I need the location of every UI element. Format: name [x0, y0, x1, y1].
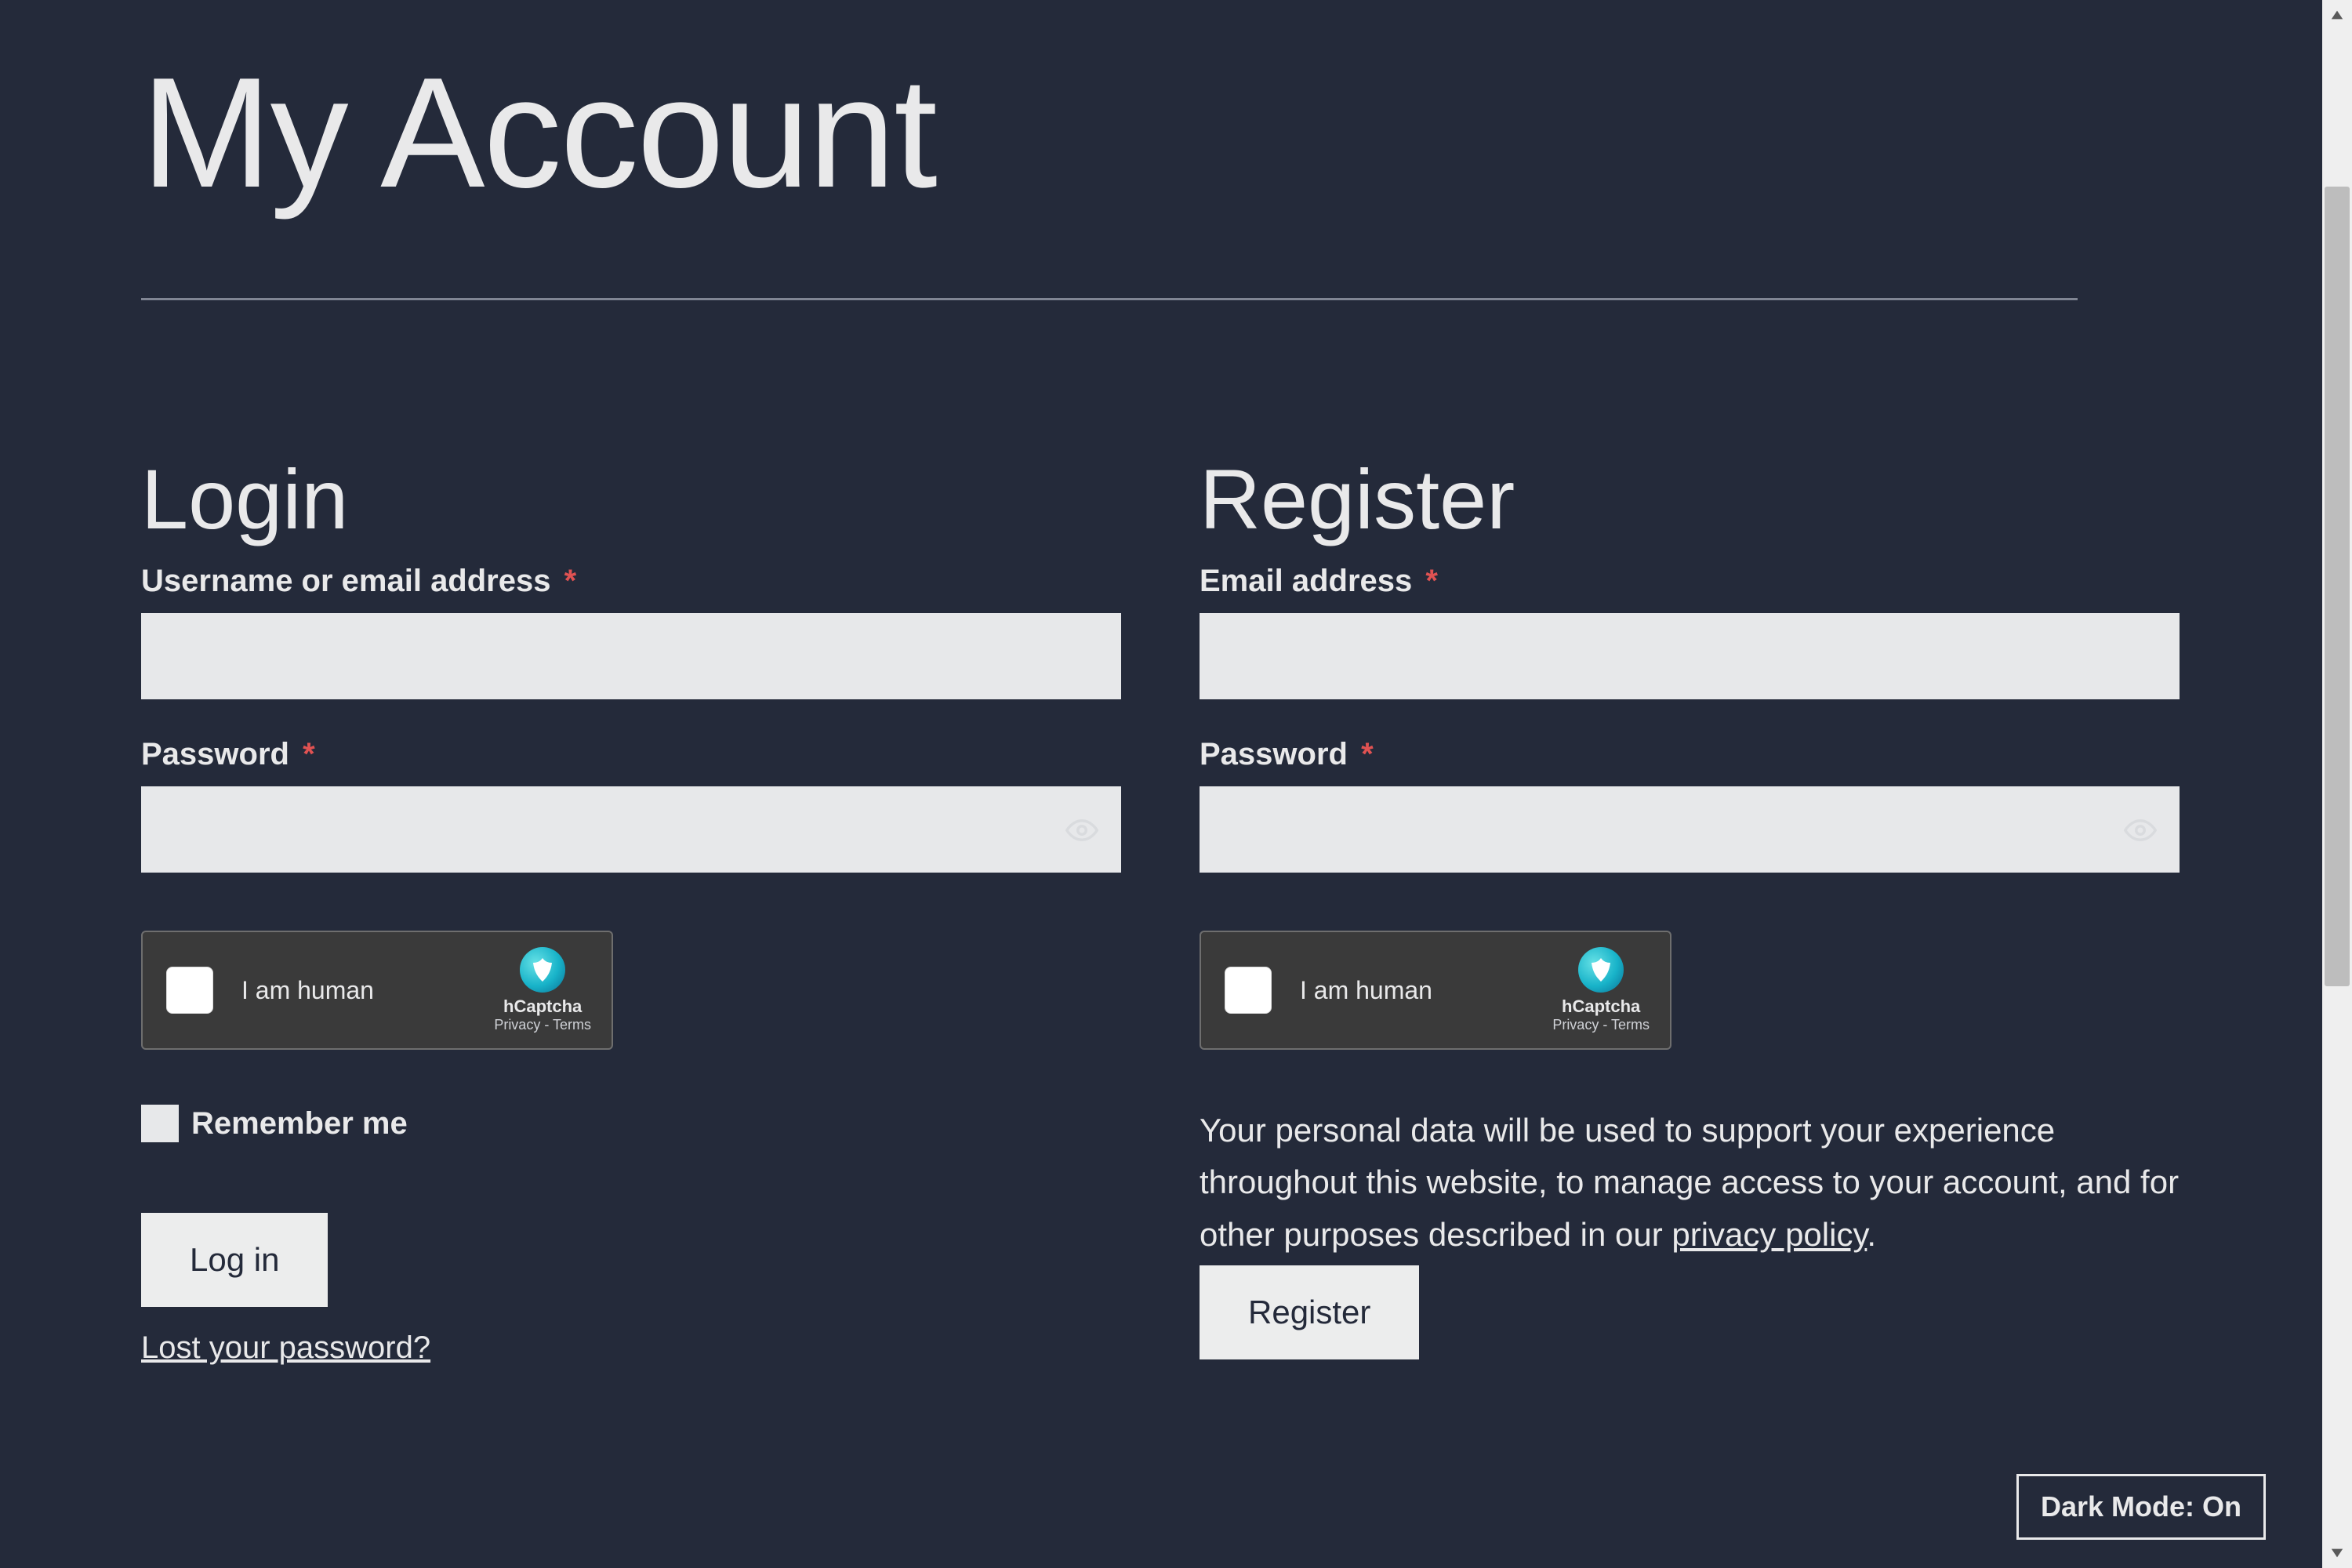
hcaptcha-privacy-link[interactable]: Privacy [494, 1017, 540, 1033]
hcaptcha-separator: - [540, 1017, 553, 1033]
register-email-label-text: Email address [1200, 564, 1412, 598]
login-form: Login Username or email address * Passwo… [141, 457, 1121, 1378]
page-title: My Account [141, 55, 2181, 212]
hcaptcha-links: Privacy - Terms [1552, 1017, 1650, 1033]
scroll-up-button[interactable] [2322, 0, 2352, 30]
privacy-notice: Your personal data will be used to suppo… [1200, 1105, 2180, 1261]
login-password-label-text: Password [141, 737, 289, 771]
hcaptcha-checkbox[interactable] [166, 967, 213, 1014]
register-form: Register Email address * Password * [1200, 457, 2180, 1378]
register-button[interactable]: Register [1200, 1265, 1419, 1359]
divider [141, 298, 2078, 300]
hcaptcha-brand: hCaptcha [494, 997, 591, 1016]
hcaptcha-logo-icon [520, 947, 565, 993]
show-password-icon[interactable] [1063, 811, 1101, 849]
scroll-down-button[interactable] [2322, 1538, 2352, 1568]
lost-password-link[interactable]: Lost your password? [141, 1330, 430, 1366]
register-email-input[interactable] [1200, 613, 2180, 699]
register-password-label-text: Password [1200, 737, 1348, 771]
login-username-label-text: Username or email address [141, 564, 550, 598]
login-username-input[interactable] [141, 613, 1121, 699]
hcaptcha-privacy-link[interactable]: Privacy [1552, 1017, 1599, 1033]
hcaptcha-terms-link[interactable]: Terms [553, 1017, 591, 1033]
scrollbar-thumb[interactable] [2325, 187, 2350, 986]
hcaptcha-text: I am human [1300, 976, 1432, 1005]
register-heading: Register [1200, 457, 2180, 542]
login-password-input[interactable] [141, 786, 1121, 873]
login-password-label: Password * [141, 737, 1121, 772]
register-email-label: Email address * [1200, 564, 2180, 599]
privacy-policy-link[interactable]: privacy policy [1671, 1216, 1867, 1253]
dark-mode-toggle[interactable]: Dark Mode: On [2016, 1474, 2266, 1540]
remember-me-label: Remember me [191, 1106, 408, 1142]
hcaptcha-logo-icon [1578, 947, 1624, 993]
required-marker: * [1361, 737, 1374, 771]
hcaptcha-widget: I am human hCaptcha Privacy - Terms [141, 931, 613, 1050]
show-password-icon[interactable] [2122, 811, 2159, 849]
required-marker: * [303, 737, 315, 771]
hcaptcha-checkbox[interactable] [1225, 967, 1272, 1014]
hcaptcha-text: I am human [241, 976, 374, 1005]
required-marker: * [1425, 564, 1438, 598]
login-username-label: Username or email address * [141, 564, 1121, 599]
hcaptcha-links: Privacy - Terms [494, 1017, 591, 1033]
register-password-label: Password * [1200, 737, 2180, 772]
hcaptcha-separator: - [1599, 1017, 1611, 1033]
login-heading: Login [141, 457, 1121, 542]
privacy-text-tail: . [1867, 1216, 1876, 1253]
hcaptcha-widget: I am human hCaptcha Privacy - Terms [1200, 931, 1671, 1050]
hcaptcha-brand: hCaptcha [1552, 997, 1650, 1016]
register-password-input[interactable] [1200, 786, 2180, 873]
scrollbar-track[interactable] [2322, 30, 2352, 1538]
vertical-scrollbar[interactable] [2322, 0, 2352, 1568]
required-marker: * [564, 564, 577, 598]
login-button[interactable]: Log in [141, 1213, 328, 1307]
remember-me-checkbox[interactable] [141, 1105, 179, 1142]
hcaptcha-terms-link[interactable]: Terms [1611, 1017, 1650, 1033]
